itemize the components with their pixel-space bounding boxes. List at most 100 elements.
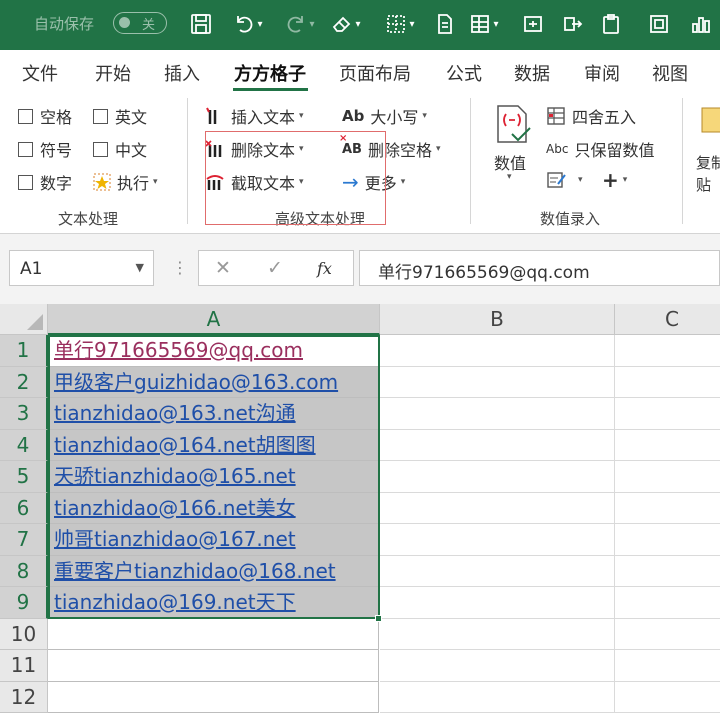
- cell-b[interactable]: [380, 366, 615, 398]
- tab-page-layout[interactable]: 页面布局: [339, 60, 411, 86]
- number-button[interactable]: 数值 ▾: [490, 102, 534, 194]
- chart-icon[interactable]: [686, 8, 716, 40]
- row-header[interactable]: 5: [0, 461, 48, 493]
- row-header[interactable]: 11: [0, 650, 48, 682]
- function-icon[interactable]: fx: [317, 259, 332, 278]
- checkbox-space[interactable]: 空格: [18, 104, 72, 128]
- cell-c[interactable]: [615, 619, 720, 650]
- cell-b[interactable]: [380, 587, 615, 619]
- frame-icon[interactable]: [644, 8, 674, 40]
- cell-c[interactable]: [615, 650, 720, 682]
- row-header[interactable]: 6: [0, 492, 48, 524]
- execute-button[interactable]: 执行 ▾: [93, 170, 158, 194]
- tab-view[interactable]: 视图: [652, 60, 688, 86]
- cell-b[interactable]: [380, 618, 615, 650]
- confirm-icon[interactable]: ✓: [267, 257, 283, 279]
- cell-b[interactable]: [380, 524, 615, 556]
- cell-a[interactable]: [48, 681, 379, 713]
- column-header-c[interactable]: C: [615, 304, 720, 335]
- cell-a[interactable]: 单行971665569@qq.com: [48, 335, 379, 367]
- email-hyperlink[interactable]: tianzhidao@169.net天下: [54, 590, 296, 614]
- document-icon[interactable]: [430, 8, 460, 40]
- round-button[interactable]: 四舍五入: [546, 104, 636, 128]
- cell-c[interactable]: [615, 367, 720, 398]
- cell-b[interactable]: [380, 681, 615, 713]
- email-hyperlink[interactable]: 单行971665569@qq.com: [54, 338, 303, 362]
- insert-text-button[interactable]: 插入文本 ▾: [205, 104, 304, 128]
- tab-file[interactable]: 文件: [22, 60, 58, 86]
- cell-a[interactable]: 甲级客户guizhidao@163.com: [48, 366, 379, 398]
- row-header[interactable]: 4: [0, 429, 48, 461]
- row-header[interactable]: 2: [0, 366, 48, 398]
- cell-c[interactable]: [615, 335, 720, 367]
- tab-formulas[interactable]: 公式: [446, 60, 482, 86]
- copy-paste-button[interactable]: 复制 贴: [694, 104, 720, 204]
- column-header-a[interactable]: A: [48, 304, 380, 335]
- email-hyperlink[interactable]: 天骄tianzhidao@165.net: [54, 464, 296, 488]
- cell-a[interactable]: 重要客户tianzhidao@168.net: [48, 555, 379, 587]
- email-hyperlink[interactable]: 帅哥tianzhidao@167.net: [54, 527, 296, 551]
- cell-a[interactable]: 天骄tianzhidao@165.net: [48, 461, 379, 493]
- row-header[interactable]: 7: [0, 524, 48, 556]
- tab-home[interactable]: 开始: [95, 60, 131, 86]
- cell-a[interactable]: [48, 618, 379, 650]
- select-all-corner[interactable]: [0, 304, 48, 335]
- email-hyperlink[interactable]: tianzhidao@163.net沟通: [54, 401, 296, 425]
- tab-fangfang[interactable]: 方方格子: [234, 60, 306, 86]
- column-header-b[interactable]: B: [380, 304, 615, 335]
- chevron-down-icon[interactable]: ▼: [136, 261, 144, 274]
- tab-data[interactable]: 数据: [514, 60, 550, 86]
- formula-input[interactable]: 单行971665569@qq.com: [359, 250, 720, 286]
- email-hyperlink[interactable]: 甲级客户guizhidao@163.com: [54, 370, 338, 394]
- checkbox-number[interactable]: 数字: [18, 170, 72, 194]
- row-header[interactable]: 12: [0, 681, 48, 713]
- redo-icon[interactable]: ▾: [278, 8, 322, 40]
- email-hyperlink[interactable]: 重要客户tianzhidao@168.net: [54, 559, 336, 583]
- tab-review[interactable]: 审阅: [584, 60, 620, 86]
- border-icon[interactable]: ▾: [378, 8, 422, 40]
- cell-a[interactable]: 帅哥tianzhidao@167.net: [48, 524, 379, 556]
- cell-c[interactable]: [615, 682, 720, 713]
- cell-c[interactable]: [615, 524, 720, 556]
- autosave-toggle[interactable]: 关: [113, 12, 167, 34]
- cell-c[interactable]: [615, 587, 720, 619]
- table-icon[interactable]: ▾: [462, 8, 506, 40]
- cell-a[interactable]: tianzhidao@163.net沟通: [48, 398, 379, 430]
- undo-icon[interactable]: ▾: [226, 8, 270, 40]
- cancel-icon[interactable]: ✕: [215, 257, 231, 279]
- cell-a[interactable]: [48, 650, 379, 682]
- paste-icon[interactable]: [596, 8, 626, 40]
- cell-c[interactable]: [615, 493, 720, 524]
- eraser-icon[interactable]: ▾: [324, 8, 368, 40]
- cell-a[interactable]: tianzhidao@166.net美女: [48, 492, 379, 524]
- email-hyperlink[interactable]: tianzhidao@166.net美女: [54, 496, 296, 520]
- row-header[interactable]: 3: [0, 398, 48, 430]
- more-vertical-icon[interactable]: ⋮: [172, 258, 188, 277]
- cell-b[interactable]: [380, 398, 615, 430]
- cell-b[interactable]: [380, 650, 615, 682]
- plus-button[interactable]: + ▾: [602, 168, 627, 192]
- checkbox-symbol[interactable]: 符号: [18, 137, 72, 161]
- fill-handle[interactable]: [375, 615, 382, 622]
- name-box[interactable]: A1 ▼: [9, 250, 154, 286]
- export-icon[interactable]: [558, 8, 588, 40]
- cell-a[interactable]: tianzhidao@164.net胡图图: [48, 429, 379, 461]
- cell-a[interactable]: tianzhidao@169.net天下: [48, 587, 379, 619]
- row-header[interactable]: 9: [0, 587, 48, 619]
- center-icon[interactable]: [518, 8, 548, 40]
- row-header[interactable]: 8: [0, 555, 48, 587]
- checkbox-english[interactable]: 英文: [93, 104, 147, 128]
- checkbox-chinese[interactable]: 中文: [93, 137, 147, 161]
- cell-c[interactable]: [615, 556, 720, 587]
- case-button[interactable]: Ab 大小写 ▾: [342, 104, 427, 128]
- cell-b[interactable]: [380, 492, 615, 524]
- cell-b[interactable]: [380, 555, 615, 587]
- cell-b[interactable]: [380, 429, 615, 461]
- cell-c[interactable]: [615, 430, 720, 461]
- email-hyperlink[interactable]: tianzhidao@164.net胡图图: [54, 433, 316, 457]
- cell-b[interactable]: [380, 335, 615, 367]
- row-header[interactable]: 10: [0, 618, 48, 650]
- row-header[interactable]: 1: [0, 335, 48, 367]
- keep-numbers-button[interactable]: Abc 只保留数值: [546, 137, 654, 161]
- cell-b[interactable]: [380, 461, 615, 493]
